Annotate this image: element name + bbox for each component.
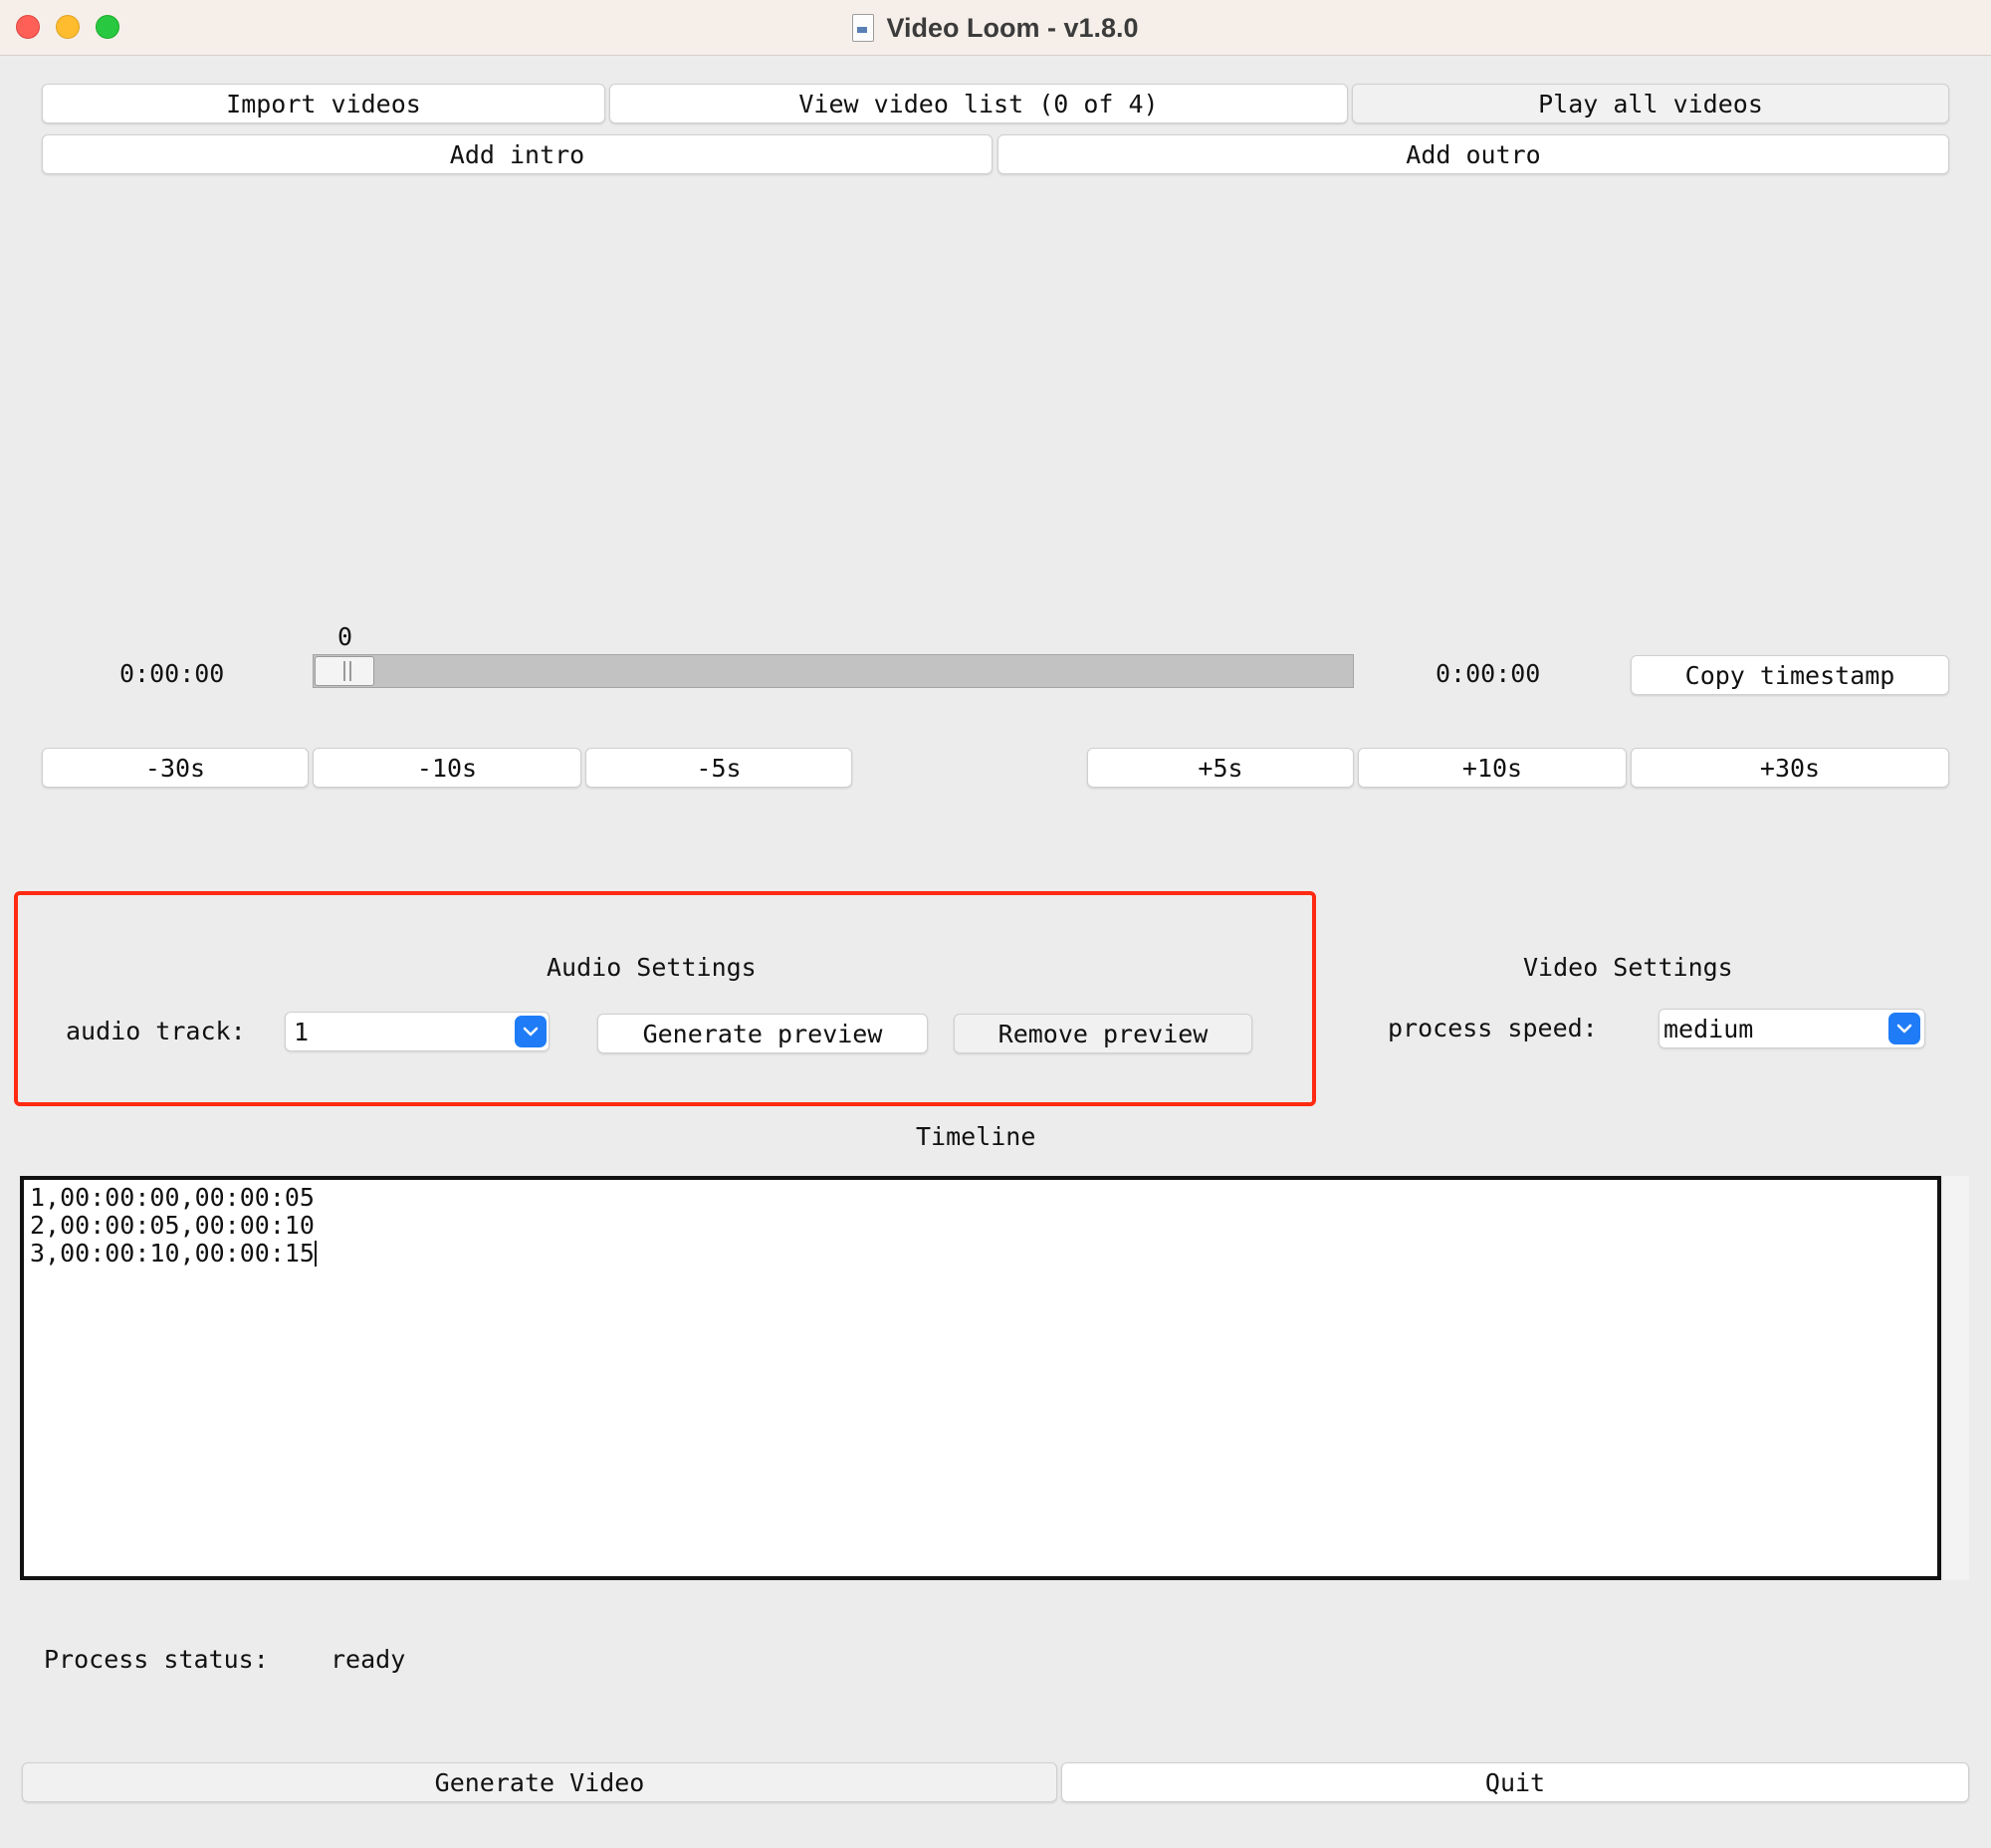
audio-track-select[interactable]: 1 <box>285 1012 550 1051</box>
seek-plus-5-button[interactable]: +5s <box>1087 748 1354 788</box>
process-speed-select[interactable]: medium <box>1659 1009 1925 1048</box>
timeline-line: 1,00:00:00,00:00:05 <box>30 1183 315 1212</box>
generate-preview-button[interactable]: Generate preview <box>597 1014 928 1053</box>
window-title: Video Loom - v1.8.0 <box>886 12 1139 43</box>
add-intro-button[interactable]: Add intro <box>42 134 993 174</box>
timeline-line: 3,00:00:10,00:00:15 <box>30 1240 317 1268</box>
audio-track-label: audio track: <box>66 1017 246 1045</box>
import-videos-button[interactable]: Import videos <box>42 84 605 123</box>
seek-plus-30-button[interactable]: +30s <box>1631 748 1949 788</box>
timeline-lines: 1,00:00:00,00:00:05 2,00:00:05,00:00:10 … <box>30 1184 317 1268</box>
play-all-videos-button[interactable]: Play all videos <box>1352 84 1949 123</box>
text-caret <box>314 1241 317 1267</box>
seek-plus-10-button[interactable]: +10s <box>1358 748 1627 788</box>
audio-track-value: 1 <box>294 1017 310 1046</box>
chevron-down-icon <box>1888 1013 1920 1044</box>
chevron-down-icon <box>515 1016 547 1047</box>
seek-minus-10-button[interactable]: -10s <box>313 748 581 788</box>
end-time-label: 0:00:00 <box>1436 659 1541 688</box>
timeline-line: 2,00:00:05,00:00:10 <box>30 1211 315 1240</box>
seek-minus-5-button[interactable]: -5s <box>585 748 852 788</box>
timeline-heading: Timeline <box>916 1122 1036 1151</box>
current-time-label: 0:00:00 <box>119 659 225 688</box>
timeline-scrollbar[interactable] <box>1943 1176 1969 1580</box>
audio-settings-heading: Audio Settings <box>547 953 757 982</box>
timeline-text-area[interactable]: 1,00:00:00,00:00:05 2,00:00:05,00:00:10 … <box>20 1176 1941 1580</box>
add-outro-button[interactable]: Add outro <box>997 134 1949 174</box>
video-position-slider[interactable] <box>313 654 1354 688</box>
generate-video-button[interactable]: Generate Video <box>22 1762 1057 1802</box>
view-video-list-button[interactable]: View video list (0 of 4) <box>609 84 1348 123</box>
process-speed-label: process speed: <box>1388 1014 1598 1042</box>
timeline-line-text: 3,00:00:10,00:00:15 <box>30 1239 315 1268</box>
process-status-label: Process status: <box>44 1645 269 1674</box>
seek-minus-30-button[interactable]: -30s <box>42 748 309 788</box>
copy-timestamp-button[interactable]: Copy timestamp <box>1631 655 1949 695</box>
audio-settings-highlight <box>14 891 1316 1106</box>
quit-button[interactable]: Quit <box>1061 1762 1969 1802</box>
document-icon <box>852 14 875 42</box>
window-title-container: Video Loom - v1.8.0 <box>0 0 1991 56</box>
slider-handle[interactable] <box>315 656 374 686</box>
process-status-value: ready <box>331 1645 406 1674</box>
slider-value-label: 0 <box>337 622 353 651</box>
process-speed-value: medium <box>1663 1014 1754 1043</box>
remove-preview-button[interactable]: Remove preview <box>954 1014 1252 1053</box>
video-settings-heading: Video Settings <box>1523 953 1733 982</box>
